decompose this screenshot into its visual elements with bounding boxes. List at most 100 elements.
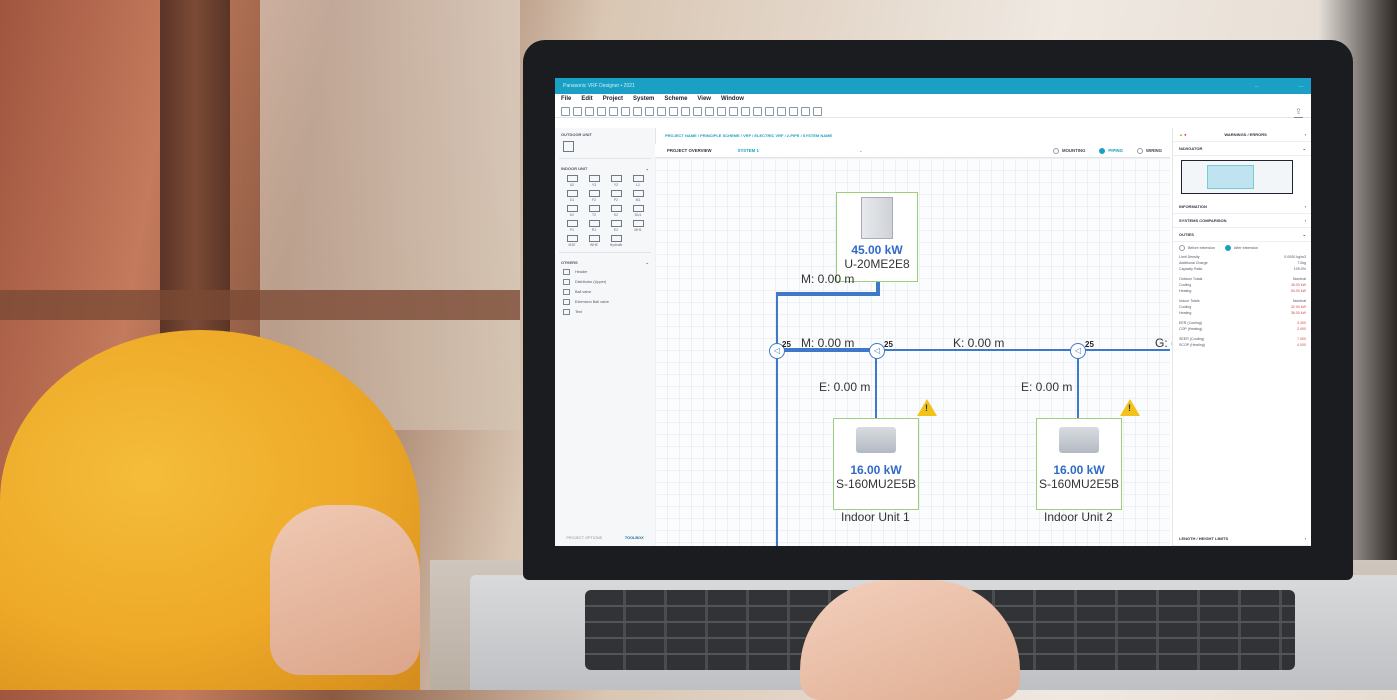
comparison-row[interactable]: SYSTEMS COMPARISON ›	[1173, 214, 1311, 228]
indoor-unit-item[interactable]: M1	[629, 190, 647, 202]
wire-icon[interactable]	[729, 106, 738, 116]
indoor-unit-item[interactable]: F2	[585, 190, 603, 202]
outdoor-unit-icon[interactable]	[563, 141, 574, 152]
print-icon[interactable]	[597, 106, 606, 116]
indoor-unit-item[interactable]: P2	[607, 190, 625, 202]
tab-project-options[interactable]: PROJECT OPTIONS	[566, 536, 602, 540]
flip-icon[interactable]	[741, 106, 750, 116]
navigator-viewport[interactable]	[1207, 165, 1254, 189]
view-piping[interactable]: PIPING	[1099, 147, 1123, 154]
indoor-unit-item[interactable]: Hydrokit	[607, 235, 625, 247]
menu-view[interactable]: View	[697, 96, 711, 105]
outies-row[interactable]: OUTIES ⌄	[1173, 228, 1311, 242]
length-limits-row[interactable]: LENGTH / HEIGHT LIMITS ›	[1173, 532, 1311, 546]
save-icon[interactable]	[585, 106, 594, 116]
other-item-ball-valve[interactable]: Ball valve	[555, 287, 655, 297]
indoor-unit-item[interactable]: M1E	[563, 235, 581, 247]
view-wiring[interactable]: WIRING	[1137, 147, 1162, 154]
right-panel: ▲ ● WARNINGS / ERRORS › NAVIGATOR ⌄ INFORMA…	[1172, 128, 1311, 546]
radio-before-extension[interactable]: Before extension	[1179, 245, 1215, 251]
distribute-icon[interactable]	[693, 106, 702, 116]
pipe-k-horizontal	[876, 349, 1170, 351]
indoor-unit-item[interactable]: DU1	[629, 205, 647, 217]
kv-row: COP (Heating) 3.900	[1179, 327, 1306, 331]
indoor-unit-item[interactable]: L1	[629, 175, 647, 187]
project-overview-link[interactable]: PROJECT OVERVIEW	[667, 148, 712, 153]
measure-icon[interactable]	[765, 106, 774, 116]
navigator-row[interactable]: NAVIGATOR ⌄	[1173, 142, 1311, 156]
tab-toolbox[interactable]: TOOLBOX	[625, 536, 644, 540]
breadcrumb[interactable]: PROJECT NAME / PRINCIPLE SCHEME / VRF / …	[665, 133, 832, 138]
pipe-label-e2: E: 0.00 m	[1021, 380, 1073, 394]
menu-project[interactable]: Project	[603, 96, 623, 105]
paste-icon[interactable]	[657, 106, 666, 116]
open-icon[interactable]	[573, 106, 582, 116]
menu-system[interactable]: System	[633, 96, 654, 105]
indoor-1-name: Indoor Unit 1	[841, 510, 910, 524]
zoom-fit-icon[interactable]	[777, 106, 786, 116]
redo-icon[interactable]	[621, 106, 630, 116]
menu-file[interactable]: File	[561, 96, 571, 105]
information-row[interactable]: INFORMATION ›	[1173, 200, 1311, 214]
kv-row: Capacity Ratio 109.0%	[1179, 267, 1306, 271]
account-link[interactable]: ...	[1255, 83, 1259, 89]
other-item-header[interactable]: Header	[555, 267, 655, 277]
warnings-row[interactable]: ▲ ● WARNINGS / ERRORS ›	[1173, 128, 1311, 142]
new-icon[interactable]	[561, 106, 570, 116]
indoor-unit-1-card[interactable]: 16.00 kW S-160MU2E5B	[833, 418, 919, 510]
indoor-unit-item[interactable]: K2	[607, 205, 625, 217]
navigator-minimap[interactable]	[1181, 160, 1293, 194]
indoor-unit-item[interactable]: U2	[563, 175, 581, 187]
cut-icon[interactable]	[633, 106, 642, 116]
pipe-icon[interactable]	[717, 106, 726, 116]
indoor-unit-2-card[interactable]: 16.00 kW S-160MU2E5B	[1036, 418, 1122, 510]
menu-edit[interactable]: Edit	[581, 96, 592, 105]
left-hand	[270, 505, 420, 675]
export-icon[interactable]: ⇪	[1294, 108, 1303, 118]
warning-icon: ▲ ●	[1179, 132, 1187, 137]
warning-icon[interactable]: !	[917, 399, 937, 416]
chevron-down-icon[interactable]: ⌄	[859, 148, 863, 154]
cassette-image	[856, 427, 896, 453]
indoor-unit-item[interactable]: MH1	[629, 220, 647, 232]
undo-icon[interactable]	[609, 106, 618, 116]
align-icon[interactable]	[681, 106, 690, 116]
rotate-icon[interactable]	[753, 106, 762, 116]
indoor-unit-item[interactable]: K2	[563, 205, 581, 217]
indoor-unit-item[interactable]: E2	[607, 220, 625, 232]
other-item-extension-valve[interactable]: Extension Ball valve	[555, 297, 655, 307]
outdoor-power: 45.00 kW	[851, 243, 903, 257]
indoor-2-power: 16.00 kW	[1053, 463, 1105, 477]
collapse-icon[interactable]: ⌄	[646, 166, 649, 171]
radio-after-extension[interactable]: After extension	[1224, 245, 1258, 251]
title-bar: Panasonic VRF Designer • 2021 ... ...	[555, 78, 1311, 94]
view-mounting[interactable]: MOUNTING	[1053, 147, 1085, 154]
other-item-text[interactable]: Text	[555, 307, 655, 317]
pipe-label-k: K: 0.00 m	[953, 336, 1005, 350]
piping-canvas[interactable]: 45.00 kW U-20ME2E8 M: 0.00 m M: 0.00 m K…	[655, 158, 1175, 546]
indoor-unit-item[interactable]: WHE	[585, 235, 603, 247]
indoor-unit-item[interactable]: D1	[563, 190, 581, 202]
indoor-unit-item[interactable]: Y3	[585, 175, 603, 187]
menu-scheme[interactable]: Scheme	[664, 96, 687, 105]
user-link[interactable]: ...	[1299, 83, 1303, 89]
system-selector[interactable]: SYSTEM 1	[738, 148, 759, 153]
outdoor-model: U-20ME2E8	[844, 257, 910, 271]
collapse-icon[interactable]: ⌄	[646, 260, 649, 265]
indoor-unit-item[interactable]: R1	[585, 220, 603, 232]
zoom-in-icon[interactable]	[789, 106, 798, 116]
branch-joint-icon[interactable]: ◁	[869, 343, 885, 359]
indoor-unit-item[interactable]: Y2	[607, 175, 625, 187]
search-icon[interactable]	[813, 106, 822, 116]
other-item-distributor[interactable]: Distributor (Upper)	[555, 277, 655, 287]
branch-joint-icon[interactable]: ◁	[1070, 343, 1086, 359]
outdoor-unit-card[interactable]: 45.00 kW U-20ME2E8	[836, 192, 918, 282]
menu-window[interactable]: Window	[721, 96, 744, 105]
grid-icon[interactable]	[669, 106, 678, 116]
zoom-out-icon[interactable]	[801, 106, 810, 116]
copy-icon[interactable]	[645, 106, 654, 116]
indoor-unit-item[interactable]: T2	[585, 205, 603, 217]
warning-icon[interactable]: !	[1120, 399, 1140, 416]
indoor-unit-item[interactable]: P1	[563, 220, 581, 232]
route-icon[interactable]	[705, 106, 714, 116]
